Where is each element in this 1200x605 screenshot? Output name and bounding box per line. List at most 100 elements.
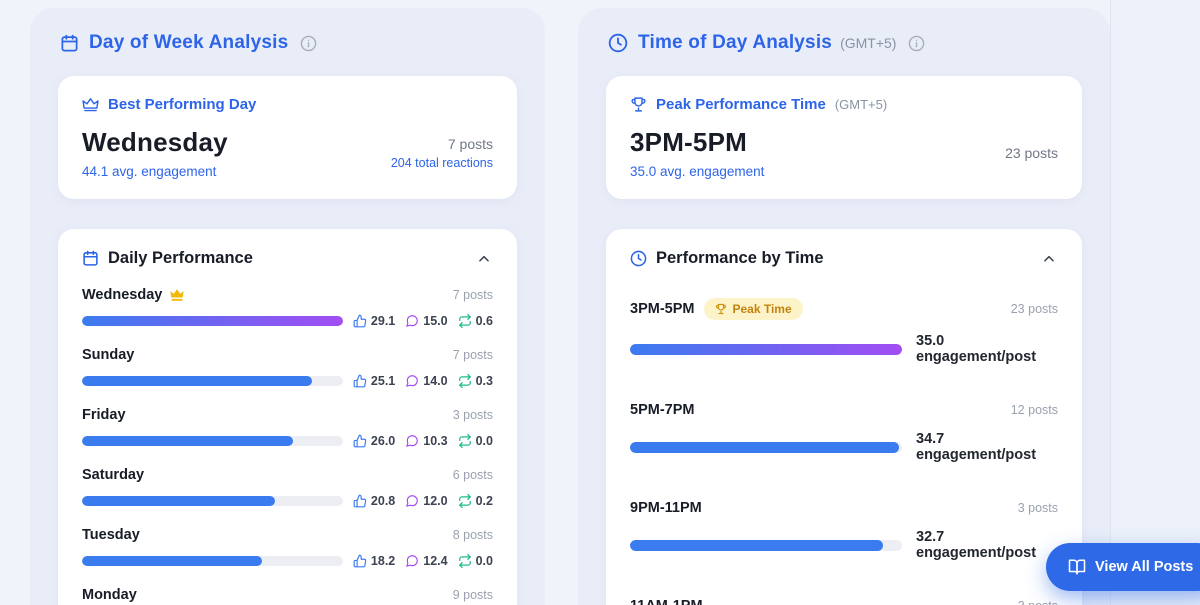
posts-count: 3 posts (452, 408, 493, 422)
reposts-icon (458, 554, 472, 568)
time-of-day-panel: Time of Day Analysis (GMT+5) Peak Perfor… (578, 8, 1110, 605)
posts-count: 9 posts (452, 588, 493, 602)
panel-title: Time of Day Analysis (638, 32, 833, 53)
time-label: 3PM-5PM (630, 301, 695, 317)
collapse-chevron-up-icon[interactable] (1040, 250, 1058, 268)
timezone-label: (GMT+5) (834, 97, 888, 112)
reposts-value: 0.0 (475, 554, 493, 568)
day-label: Sunday (82, 347, 135, 363)
reposts-icon (458, 434, 472, 448)
book-icon (1068, 558, 1086, 576)
time-label: 11AM-1PM (630, 598, 703, 605)
comments-icon (405, 374, 419, 388)
info-icon[interactable] (300, 35, 317, 52)
performance-by-time-title: Performance by Time (656, 249, 824, 267)
best-day-reactions: 204 total reactions (390, 156, 493, 170)
posts-count: 6 posts (452, 468, 493, 482)
likes-icon (353, 374, 367, 388)
comments-value: 10.3 (423, 434, 448, 448)
best-day-posts: 7 posts (447, 136, 493, 152)
comments-value: 12.4 (423, 554, 448, 568)
engagement-bar (630, 343, 902, 355)
time-of-day-header: Time of Day Analysis (GMT+5) (606, 32, 1082, 54)
likes-value: 18.2 (370, 554, 396, 568)
day-label: Tuesday (82, 527, 140, 543)
day-row-sunday: Sunday 7 posts 25.1 14.0 0.3 (82, 347, 493, 388)
posts-count: 3 posts (1017, 501, 1058, 515)
likes-value: 29.1 (370, 314, 396, 328)
comments-icon (405, 494, 419, 508)
day-row-monday: Monday 9 posts 17.9 10.4 0.2 (82, 587, 493, 605)
reposts-icon (458, 314, 472, 328)
clock-icon (608, 33, 628, 53)
posts-count: 23 posts (1010, 302, 1058, 316)
best-day-value: Wednesday (82, 127, 228, 157)
engagement-bar (82, 316, 343, 326)
day-label: Monday (82, 587, 137, 603)
comments-value: 12.0 (423, 494, 448, 508)
clock-icon (630, 250, 647, 267)
posts-count: 7 posts (452, 288, 493, 302)
day-row-saturday: Saturday 6 posts 20.8 12.0 0.2 (82, 467, 493, 508)
likes-value: 20.8 (370, 494, 396, 508)
view-all-posts-button[interactable]: View All Posts (1046, 543, 1200, 591)
time-label: 5PM-7PM (630, 402, 695, 418)
daily-performance-title: Daily Performance (108, 249, 253, 267)
best-day-label: Best Performing Day (108, 96, 257, 113)
time-row-11am-1pm: 11AM-1PM 3 posts 30.0 engagement/post (630, 598, 1058, 605)
time-row-9pm-11pm: 9PM-11PM 3 posts 32.7 engagement/post (630, 500, 1058, 561)
comments-icon (405, 434, 419, 448)
day-of-week-header: Day of Week Analysis (58, 32, 517, 54)
day-label: Friday (82, 407, 126, 423)
posts-count: 7 posts (452, 348, 493, 362)
best-day-engagement: 44.1 avg. engagement (82, 164, 217, 179)
reposts-icon (458, 494, 472, 508)
engagement-bar (630, 539, 902, 551)
day-label: Saturday (82, 467, 145, 483)
likes-value: 26.0 (370, 434, 396, 448)
peak-time-card: Peak Performance Time (GMT+5) 3PM-5PM 35… (606, 76, 1082, 199)
panel-title: Day of Week Analysis (89, 32, 289, 53)
engagement-bar (82, 496, 343, 506)
reposts-value: 0.6 (475, 314, 493, 328)
engagement-per-post: 35.0 engagement/post (916, 333, 1037, 365)
engagement-bar (630, 441, 902, 453)
peak-time-label: Peak Performance Time (656, 96, 826, 113)
day-row-wednesday: Wednesday 7 posts 29.1 15.0 0.6 (82, 287, 493, 328)
comments-icon (405, 314, 419, 328)
view-all-posts-label: View All Posts (1095, 559, 1194, 575)
likes-icon (353, 494, 367, 508)
peak-time-engagement: 35.0 avg. engagement (630, 164, 765, 179)
collapse-chevron-up-icon[interactable] (475, 250, 493, 268)
best-day-card: Best Performing Day Wednesday 44.1 avg. … (58, 76, 517, 199)
posts-count: 12 posts (1010, 403, 1058, 417)
peak-badge-label: Peak Time (732, 302, 792, 316)
calendar-icon (82, 250, 99, 267)
engagement-per-post: 32.7 engagement/post (916, 529, 1037, 561)
crown-gold-icon (169, 288, 185, 302)
comments-icon (405, 554, 419, 568)
likes-icon (353, 434, 367, 448)
reposts-value: 0.3 (475, 374, 493, 388)
day-row-friday: Friday 3 posts 26.0 10.3 0.0 (82, 407, 493, 448)
posts-count: 8 posts (452, 528, 493, 542)
reposts-icon (458, 374, 472, 388)
timezone-label: (GMT+5) (840, 35, 897, 51)
calendar-icon (60, 34, 79, 53)
reposts-value: 0.0 (475, 434, 493, 448)
comments-value: 15.0 (423, 314, 448, 328)
performance-by-time-card: Performance by Time 3PM-5PM Peak Time 23… (606, 229, 1082, 605)
info-icon[interactable] (908, 35, 925, 52)
engagement-bar (82, 376, 343, 386)
day-of-week-panel: Day of Week Analysis Best Performing Day… (30, 8, 545, 605)
time-row-3pm-5pm: 3PM-5PM Peak Time 23 posts 35.0 engageme… (630, 298, 1058, 365)
trophy-gold-icon (715, 303, 727, 315)
posts-count: 3 posts (1018, 599, 1058, 605)
trophy-icon (630, 96, 647, 113)
likes-icon (353, 314, 367, 328)
likes-value: 25.1 (370, 374, 396, 388)
likes-icon (353, 554, 367, 568)
comments-value: 14.0 (423, 374, 448, 388)
time-label: 9PM-11PM (630, 500, 702, 516)
peak-time-value: 3PM-5PM (630, 127, 747, 157)
